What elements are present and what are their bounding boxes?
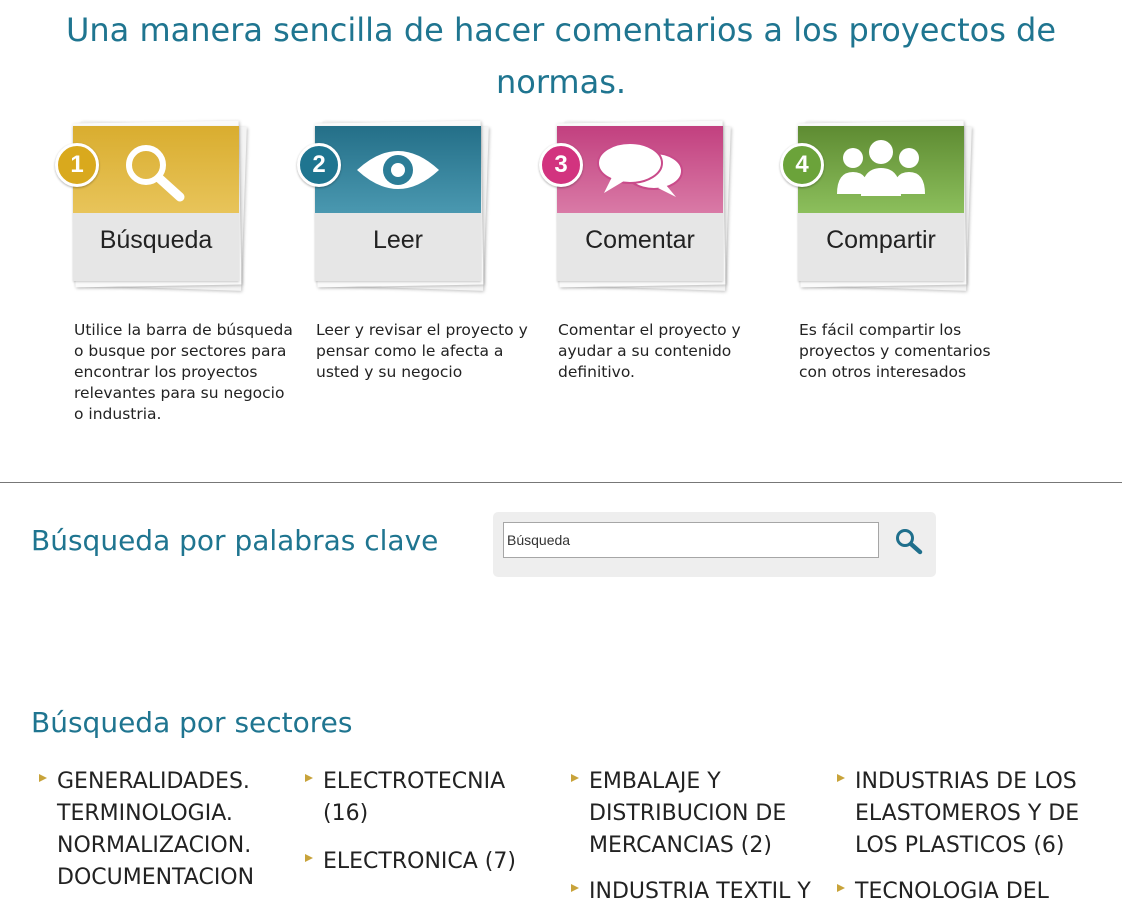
bullet-arrow-icon xyxy=(837,774,845,782)
eye-icon xyxy=(357,150,439,189)
people-group-icon xyxy=(837,139,925,196)
search-input[interactable] xyxy=(503,522,879,558)
sector-link[interactable]: ELECTROTECNIA (16) xyxy=(301,766,537,830)
bullet-arrow-icon xyxy=(571,774,579,782)
step-label: Compartir xyxy=(826,226,936,254)
step-card[interactable]: Comentar 3 xyxy=(539,118,746,291)
step-number: 4 xyxy=(780,143,824,187)
keyword-search-box xyxy=(493,512,936,577)
bullet-arrow-icon xyxy=(571,884,579,892)
speech-bubbles-icon xyxy=(597,141,683,197)
page-headline: Una manera sencilla de hacer comentarios… xyxy=(65,11,1057,101)
bullet-arrow-icon xyxy=(837,884,845,892)
search-button[interactable] xyxy=(891,524,927,558)
step-description: Leer y revisar el proyecto y pensar como… xyxy=(316,321,528,381)
sector-link[interactable]: INDUSTRIAS DE LOS ELASTOMEROS Y DE LOS P… xyxy=(833,766,1103,862)
step-description: Utilice la barra de búsqueda o busque po… xyxy=(74,321,293,423)
step-number: 3 xyxy=(539,143,583,187)
sector-link[interactable]: ELECTRONICA (7) xyxy=(301,846,537,878)
step-card[interactable]: Compartir 4 xyxy=(780,118,987,291)
sector-link[interactable]: EMBALAJE Y DISTRIBUCION DE MERCANCIAS (2… xyxy=(567,766,803,862)
bullet-arrow-icon xyxy=(39,774,47,782)
sector-link[interactable]: INDUSTRIA TEXTIL Y xyxy=(567,876,811,908)
step-card[interactable]: Búsqueda 1 xyxy=(55,118,262,291)
bullet-arrow-icon xyxy=(305,854,313,862)
step-number: 2 xyxy=(297,143,341,187)
step-description: Comentar el proyecto y ayudar a su conte… xyxy=(558,321,741,381)
step-card[interactable]: Leer 2 xyxy=(297,118,504,291)
bullet-arrow-icon xyxy=(305,774,313,782)
step-label: Comentar xyxy=(585,226,695,254)
step-label: Búsqueda xyxy=(99,226,213,254)
keyword-search-title: Búsqueda por palabras clave xyxy=(31,524,439,557)
step-number: 1 xyxy=(55,143,99,187)
search-icon xyxy=(896,529,923,555)
sectors-title: Búsqueda por sectores xyxy=(31,706,353,739)
step-description: Es fácil compartir los proyectos y comen… xyxy=(799,321,991,381)
magnifier-icon xyxy=(126,144,185,201)
section-divider xyxy=(0,482,1122,483)
sector-link[interactable]: TECNOLOGIA DEL xyxy=(833,876,1069,908)
sector-link[interactable]: GENERALIDADES. TERMINOLOGIA. NORMALIZACI… xyxy=(35,766,271,894)
step-label: Leer xyxy=(372,226,424,254)
